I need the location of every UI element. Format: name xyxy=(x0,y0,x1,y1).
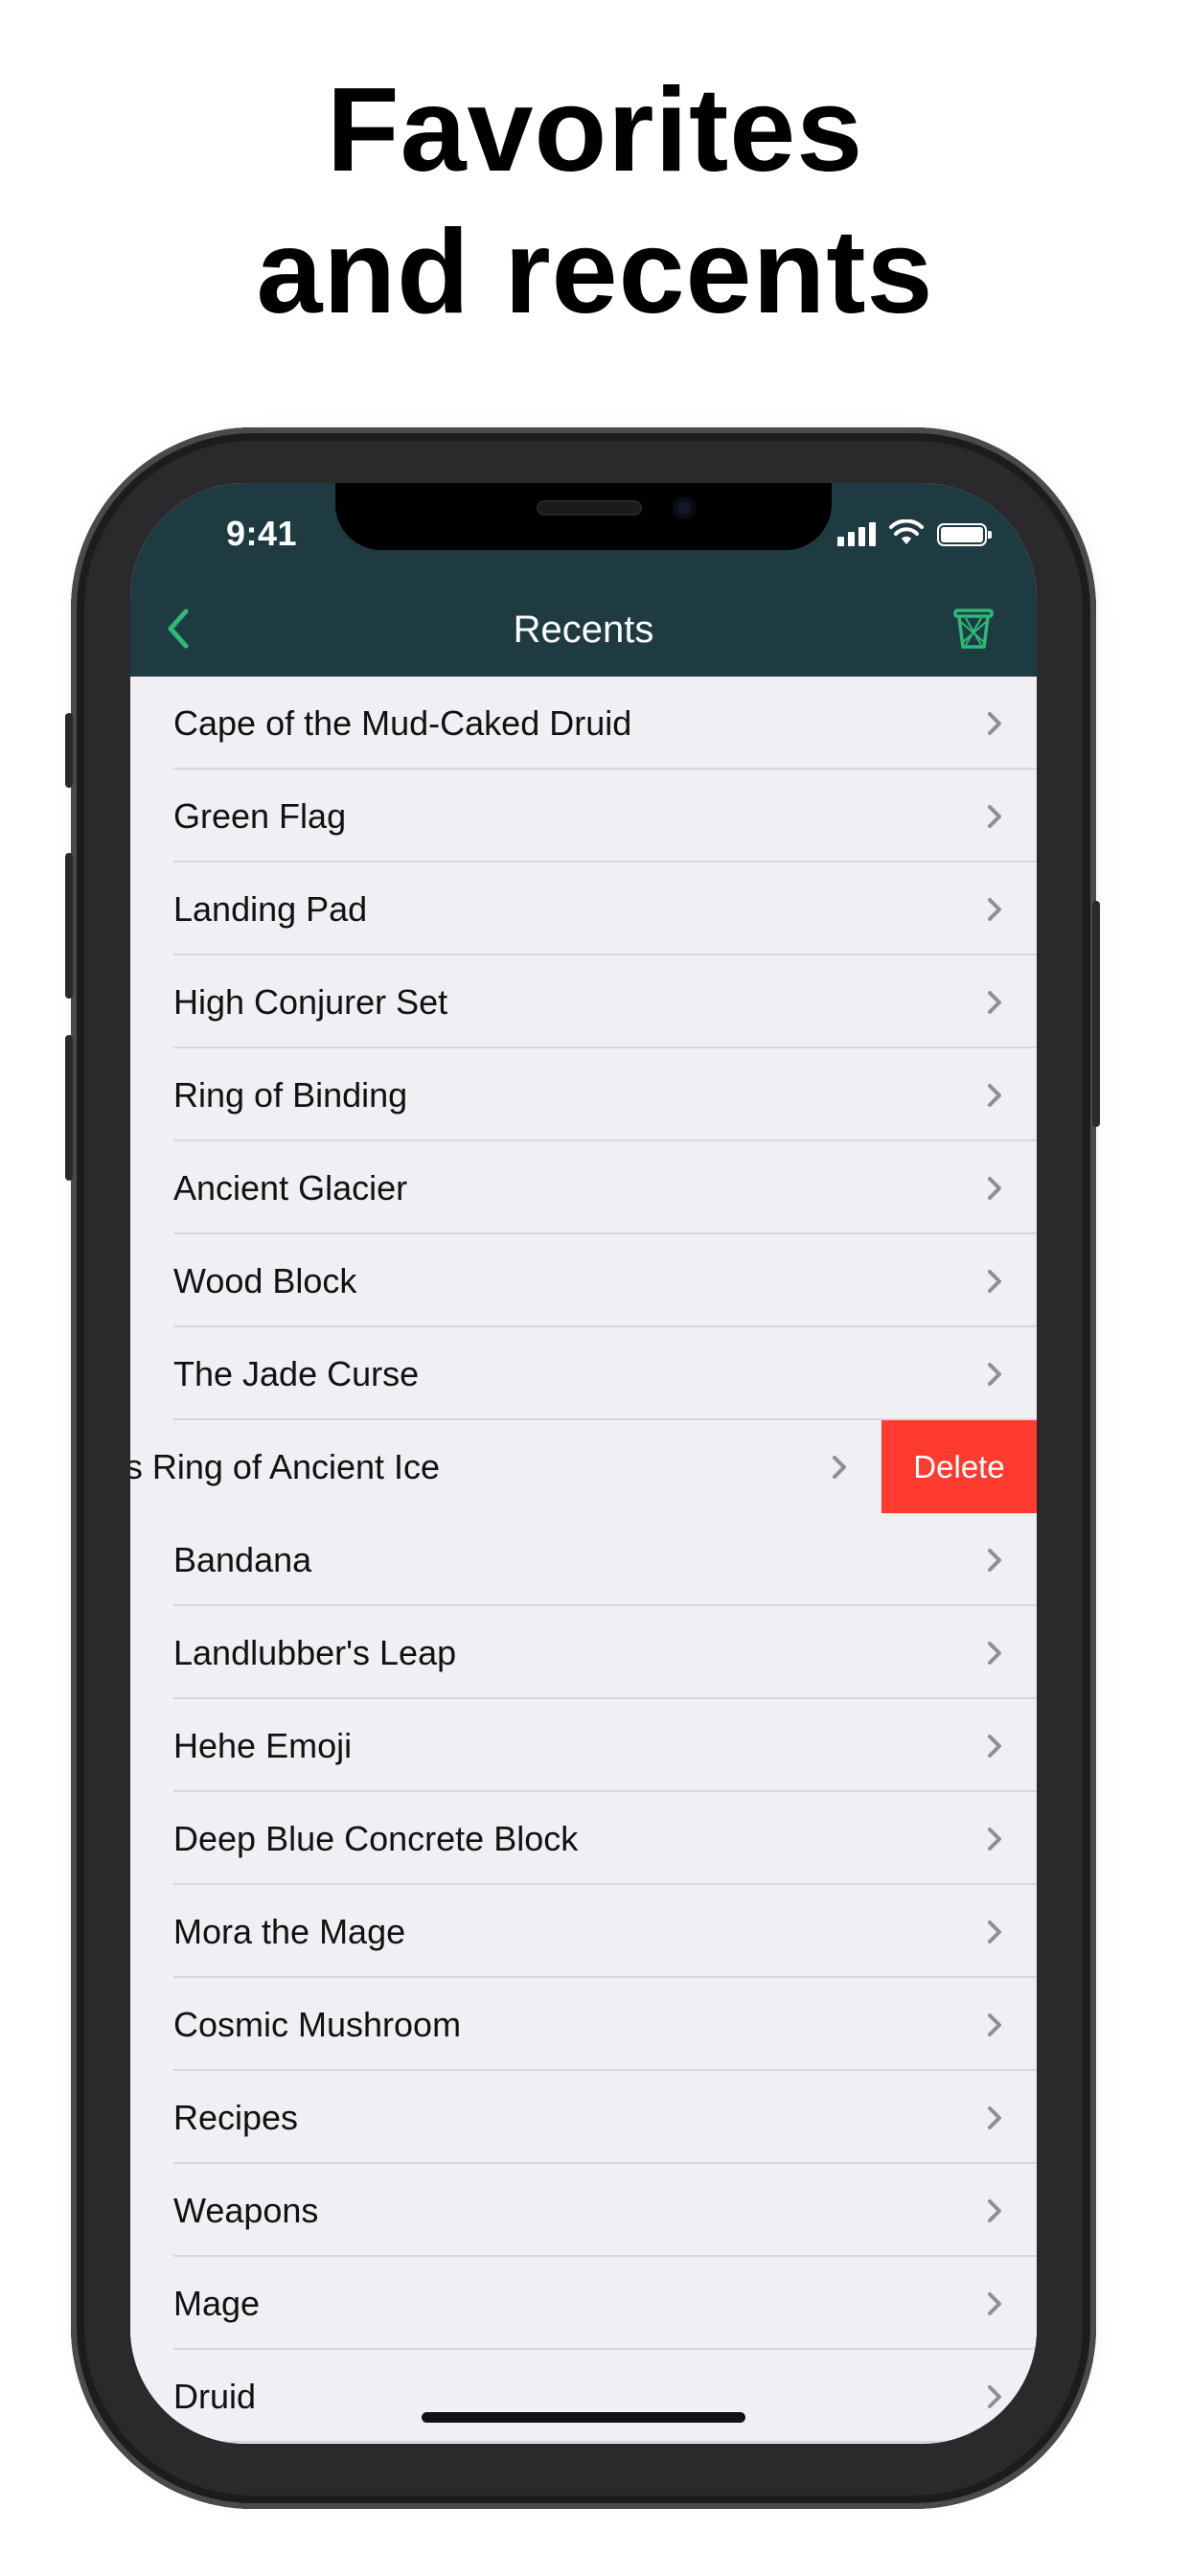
clear-recents-button[interactable] xyxy=(945,600,1002,657)
chevron-right-icon xyxy=(988,1828,1001,1851)
side-button-right xyxy=(1092,901,1100,1127)
chevron-right-icon xyxy=(988,1920,1001,1944)
side-button-left-1 xyxy=(65,713,73,788)
front-camera xyxy=(673,496,696,519)
home-indicator[interactable] xyxy=(422,2412,745,2423)
chevron-right-icon xyxy=(988,1084,1001,1107)
list-item-label: k's Ring of Ancient Ice xyxy=(130,1447,441,1486)
chevron-right-icon xyxy=(988,712,1001,735)
chevron-right-icon xyxy=(988,2385,1001,2408)
list-item[interactable]: Green Flag xyxy=(130,770,1037,862)
chevron-right-icon xyxy=(988,1642,1001,1665)
list-item-label: Deep Blue Concrete Block xyxy=(173,1819,579,1858)
list-item[interactable]: Recipes xyxy=(130,2071,1037,2164)
list-item-label: Recipes xyxy=(173,2098,299,2137)
headline-line-2: and recents xyxy=(256,206,934,338)
chevron-right-icon xyxy=(988,805,1001,828)
recents-list: Cape of the Mud-Caked Druid Green Flag Lan… xyxy=(130,677,1037,2443)
list-item[interactable]: Mora the Mage xyxy=(130,1885,1037,1978)
list-item-label: Bandana xyxy=(173,1540,312,1579)
phone-screen: 9:41 Recents Cape of the Mud-Caked Druid… xyxy=(130,483,1037,2444)
list-item-label: High Conjurer Set xyxy=(173,982,448,1022)
battery-icon xyxy=(937,523,992,546)
headline: Favorites and recents xyxy=(0,59,1190,343)
list-item[interactable]: Weapons xyxy=(130,2164,1037,2257)
list-item-label: Weapons xyxy=(173,2191,319,2230)
list-item[interactable]: Cosmic Mushroom xyxy=(130,1978,1037,2071)
list-item-label: Green Flag xyxy=(173,796,347,836)
list-item[interactable]: Bandana xyxy=(130,1513,1037,1606)
list-item-label: Cape of the Mud-Caked Druid xyxy=(173,703,632,743)
list-item[interactable]: Ring of Binding xyxy=(130,1048,1037,1141)
list-item[interactable]: Mage xyxy=(130,2257,1037,2350)
list-item-swiped[interactable]: k's Ring of Ancient Ice Delete xyxy=(130,1420,1037,1513)
status-icons xyxy=(837,518,992,546)
list-item[interactable]: High Conjurer Set xyxy=(130,955,1037,1048)
side-button-left-2 xyxy=(65,853,73,999)
list-item[interactable]: Deep Blue Concrete Block xyxy=(130,1792,1037,1885)
delete-button[interactable]: Delete xyxy=(881,1420,1037,1513)
chevron-right-icon xyxy=(988,991,1001,1014)
list-item[interactable]: Wood Block xyxy=(130,1234,1037,1327)
row-separator xyxy=(173,2441,1037,2443)
chevron-right-icon xyxy=(988,2292,1001,2315)
chevron-right-icon xyxy=(988,2106,1001,2129)
wifi-icon xyxy=(889,519,924,544)
trash-bin-icon xyxy=(953,609,994,649)
list-item[interactable]: Hehe Emoji xyxy=(130,1699,1037,1792)
list-item-label: Druid xyxy=(173,2377,257,2416)
cellular-signal-icon xyxy=(837,521,876,546)
list-item[interactable]: Ancient Glacier xyxy=(130,1141,1037,1234)
list-item-label: Ring of Binding xyxy=(173,1075,408,1115)
chevron-right-icon xyxy=(988,1735,1001,1758)
nav-title: Recents xyxy=(513,609,654,651)
chevron-right-icon xyxy=(988,1549,1001,1572)
side-button-left-3 xyxy=(65,1035,73,1181)
chevron-right-icon xyxy=(988,2199,1001,2222)
headline-line-1: Favorites xyxy=(326,64,864,196)
list-item[interactable]: Cape of the Mud-Caked Druid xyxy=(130,677,1037,770)
chevron-right-icon xyxy=(988,1270,1001,1293)
list-item-label: Landing Pad xyxy=(173,889,368,929)
status-time: 9:41 xyxy=(226,514,298,553)
chevron-right-icon xyxy=(988,1177,1001,1200)
list-item-label: Wood Block xyxy=(173,1261,357,1300)
list-item-label: Hehe Emoji xyxy=(173,1726,353,1765)
list-item-label: Mage xyxy=(173,2284,261,2323)
chevron-right-icon xyxy=(988,898,1001,921)
chevron-right-icon xyxy=(988,2013,1001,2036)
list-item-label: Ancient Glacier xyxy=(173,1168,408,1208)
speaker-grille xyxy=(537,500,642,516)
chevron-right-icon xyxy=(988,1363,1001,1386)
list-item-label: The Jade Curse xyxy=(173,1354,420,1393)
list-item[interactable]: Landlubber's Leap xyxy=(130,1606,1037,1699)
list-item-label: Landlubber's Leap xyxy=(173,1633,457,1672)
list-item[interactable]: Landing Pad xyxy=(130,862,1037,955)
list-item[interactable]: Druid xyxy=(130,2350,1037,2443)
list-item-label: Mora the Mage xyxy=(173,1912,406,1951)
list-item[interactable]: The Jade Curse xyxy=(130,1327,1037,1420)
list-item-label: Cosmic Mushroom xyxy=(173,2005,462,2044)
notch xyxy=(335,483,832,550)
chevron-right-icon xyxy=(833,1456,846,1479)
